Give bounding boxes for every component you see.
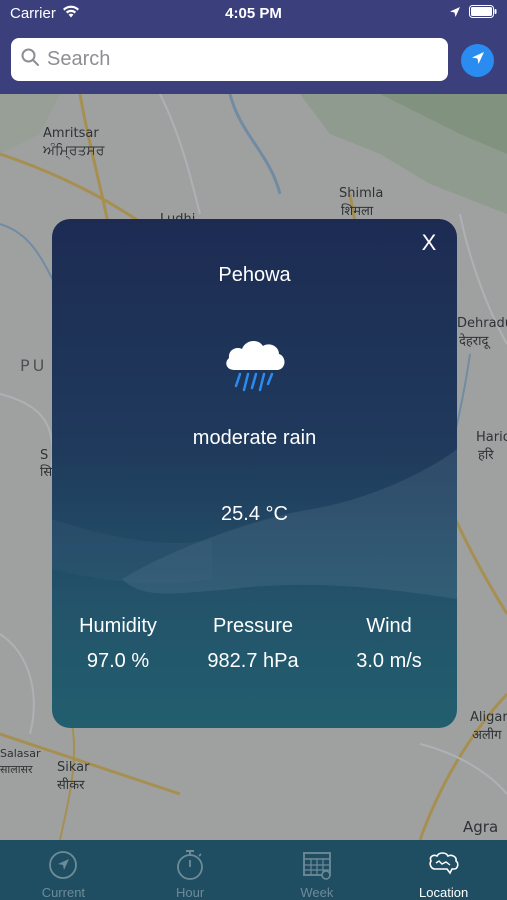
rain-cloud-icon: [222, 334, 288, 401]
tab-hour-label: Hour: [176, 885, 205, 900]
location-arrow-icon: [449, 5, 461, 22]
pressure-value: 982.7 hPa: [207, 650, 299, 672]
wind-value: 3.0 m/s: [356, 650, 422, 672]
weather-description: moderate rain: [192, 427, 317, 449]
pressure-label: Pressure: [212, 615, 294, 637]
tab-location-label: Location: [419, 885, 469, 900]
weather-card: X Pehowa moderate rain 25.4 °C Humidity …: [52, 219, 457, 728]
temperature: 25.4 °C: [221, 503, 288, 525]
calendar-icon: [302, 849, 332, 881]
humidity-value: 97.0 %: [86, 650, 150, 672]
tab-location[interactable]: Location: [380, 840, 507, 900]
wifi-icon: [62, 5, 80, 22]
humidity-stat: Humidity 97.0 %: [52, 615, 184, 673]
search-bar[interactable]: [11, 38, 448, 81]
tab-bar: Current Hour Week Location: [0, 840, 507, 900]
carrier-label: Carrier: [10, 4, 56, 22]
compass-icon: [48, 849, 78, 881]
navigation-arrow-icon: [470, 50, 486, 71]
stopwatch-icon: [175, 849, 205, 881]
tab-week-label: Week: [300, 885, 334, 900]
search-input[interactable]: [47, 48, 417, 71]
status-bar: Carrier 4:05 PM: [0, 0, 507, 26]
pressure-stat: Pressure 982.7 hPa: [187, 615, 319, 673]
close-button[interactable]: X: [415, 229, 443, 257]
battery-icon: [469, 4, 497, 22]
tab-hour[interactable]: Hour: [127, 840, 254, 900]
humidity-label: Humidity: [79, 615, 157, 637]
city-name: Pehowa: [218, 264, 291, 286]
wind-label: Wind: [366, 615, 412, 637]
map-cloud-icon: [428, 849, 460, 881]
wind-stat: Wind 3.0 m/s: [323, 615, 455, 673]
search-icon: [21, 48, 39, 71]
tab-current[interactable]: Current: [0, 840, 127, 900]
tab-week[interactable]: Week: [254, 840, 381, 900]
current-location-button[interactable]: [461, 44, 494, 77]
tab-current-label: Current: [41, 885, 86, 900]
search-header: [0, 26, 507, 94]
carrier-info: Carrier: [10, 5, 80, 22]
